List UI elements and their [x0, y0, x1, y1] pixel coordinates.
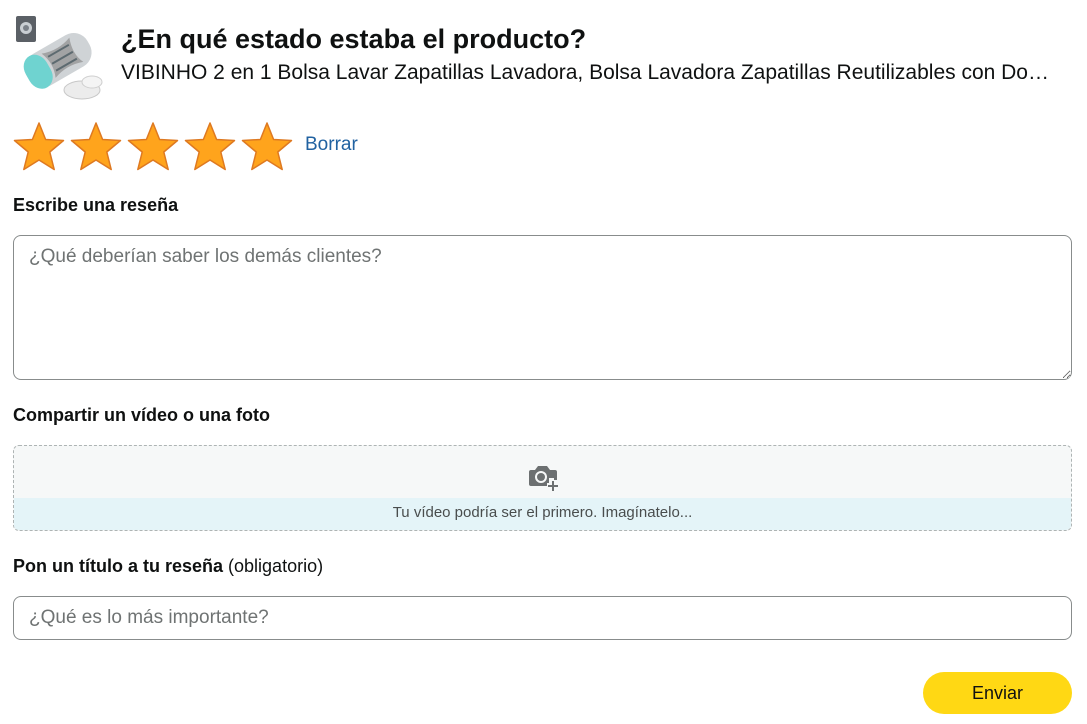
review-title-input[interactable] — [13, 596, 1072, 640]
review-title-label: Pon un título a tu reseña (obligatorio) — [13, 556, 323, 577]
product-name: VIBINHO 2 en 1 Bolsa Lavar Zapatillas La… — [121, 61, 1049, 84]
star-icon-3[interactable] — [125, 120, 181, 174]
required-note: (obligatorio) — [228, 556, 324, 576]
star-icon-4[interactable] — [182, 120, 238, 174]
upload-prompt: Tu vídeo podría ser el primero. Imagínat… — [392, 504, 693, 521]
star-icon-1[interactable] — [11, 120, 67, 174]
camera-add-icon — [529, 466, 558, 491]
submit-button[interactable]: Enviar — [923, 672, 1072, 714]
product-image — [16, 16, 103, 100]
star-icon-2[interactable] — [68, 120, 124, 174]
review-label: Escribe una reseña — [13, 195, 179, 215]
review-textarea[interactable] — [13, 235, 1072, 380]
star-icon-5[interactable] — [239, 120, 295, 174]
star-rating[interactable] — [11, 120, 295, 174]
review-form-page: ¿En qué estado estaba el producto? VIBIN… — [0, 0, 1087, 724]
media-label: Compartir un vídeo o una foto — [13, 405, 270, 425]
media-upload-dropzone[interactable]: Tu vídeo podría ser el primero. Imagínat… — [13, 445, 1072, 531]
page-title: ¿En qué estado estaba el producto? — [121, 24, 587, 54]
review-title-label-text: Pon un título a tu reseña — [13, 556, 224, 576]
clear-rating-link[interactable]: Borrar — [305, 134, 358, 156]
